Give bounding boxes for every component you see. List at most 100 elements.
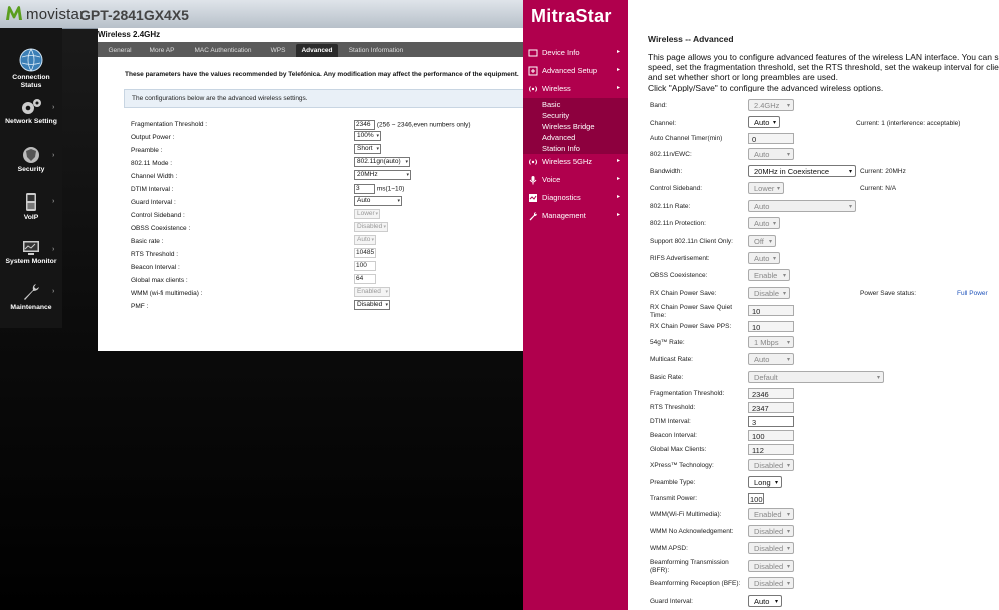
nav-label: Device Info [542, 48, 580, 57]
output-power-select[interactable]: 100% ▾ [354, 131, 381, 141]
field-label: XPress™ Technology: [650, 462, 714, 469]
rifs-advertisement-select[interactable]: Auto ▾ [748, 252, 780, 264]
nav-device-info[interactable]: Device Info ▸ [523, 45, 628, 62]
global-max-clients-input[interactable]: 64 [354, 274, 376, 284]
wmm-no-ack-select[interactable]: Disabled ▾ [748, 525, 794, 537]
field-label: Multicast Rate: [650, 356, 693, 363]
802-11-mode-select[interactable]: 802.11gn(auto) ▾ [354, 157, 410, 167]
sidebar-item-security[interactable]: Security › [0, 146, 62, 173]
sidebar-label: Connection Status [12, 74, 50, 89]
submenu-security[interactable]: Security [542, 111, 569, 120]
rts-threshold-input[interactable]: 2347 [748, 402, 794, 413]
chevron-down-icon: ▾ [383, 224, 386, 230]
obss-coexistence-control: Disabled ▾ [354, 222, 388, 232]
chevron-down-icon: ▾ [774, 480, 778, 486]
multicast-rate-select[interactable]: Auto ▾ [748, 353, 794, 365]
global-max-clients-input[interactable]: 112 [748, 444, 794, 455]
channel-width-select[interactable]: 20MHz ▾ [354, 170, 411, 180]
obss-coexistence-select[interactable]: Disabled ▾ [354, 222, 388, 232]
802-11n-client-only-select[interactable]: Off ▾ [748, 235, 776, 247]
transmit-power-input[interactable]: 100 [748, 493, 764, 504]
rx-chain-pps-input[interactable]: 10 [748, 321, 794, 332]
chevron-right-icon: ▸ [617, 158, 621, 164]
voice-icon [529, 176, 537, 185]
sidebar-item-maintenance[interactable]: Maintenance › [0, 282, 62, 311]
802-11n-ewc-select[interactable]: Auto ▾ [748, 148, 794, 160]
advanced-setup-icon [528, 66, 538, 76]
chevron-down-icon: ▾ [772, 221, 776, 227]
dtim-interval-input[interactable]: 3 [748, 416, 794, 427]
preamble-select[interactable]: Short ▾ [354, 144, 381, 154]
tab-general[interactable]: General [100, 44, 140, 57]
chevron-down-icon: ▾ [786, 581, 790, 587]
nav-advanced-setup[interactable]: Advanced Setup ▸ [523, 63, 628, 80]
field-label: RIFS Advertisement: [650, 255, 710, 262]
chevron-down-icon: ▾ [774, 599, 778, 605]
control-sideband-select[interactable]: Lower ▾ [748, 182, 784, 194]
control-sideband-control: Lower ▾ [354, 209, 380, 219]
pmf-select[interactable]: Disabled ▾ [354, 300, 390, 310]
guard-interval-select[interactable]: Auto ▾ [748, 595, 782, 607]
chevron-down-icon: ▾ [786, 564, 790, 570]
global-max-clients-control: 64 [354, 274, 376, 284]
submenu-advanced[interactable]: Advanced [542, 133, 575, 142]
wmm-apsd-select[interactable]: Disabled ▾ [748, 542, 794, 554]
fragmentation-threshold-input[interactable]: 2346 [354, 120, 375, 130]
chevron-right-icon: › [52, 198, 55, 205]
shield-icon [23, 147, 39, 163]
nav-wireless[interactable]: Wireless ▸ [523, 81, 628, 98]
nav-wireless-5ghz[interactable]: Wireless 5GHz ▸ [523, 154, 628, 171]
beamforming-transmission-select[interactable]: Disabled ▾ [748, 560, 794, 572]
bandwidth-select[interactable]: 20MHz in Coexistence ▾ [748, 165, 856, 177]
beamforming-reception-select[interactable]: Disabled ▾ [748, 577, 794, 589]
rx-chain-quiet-time-input[interactable]: 10 [748, 305, 794, 316]
band-select[interactable]: 2.4GHz ▾ [748, 99, 794, 111]
rx-chain-power-save-select[interactable]: Disable ▾ [748, 287, 790, 299]
field-label: WMM APSD: [650, 545, 688, 552]
54g-rate-select[interactable]: 1 Mbps ▾ [748, 336, 794, 348]
sidebar-item-network-setting[interactable]: Network Setting › [0, 98, 62, 125]
nav-voice[interactable]: Voice ▸ [523, 172, 628, 189]
tab-more-ap[interactable]: More AP [142, 44, 182, 57]
nav-management[interactable]: Management ▸ [523, 208, 628, 225]
802-11n-rate-select[interactable]: Auto ▾ [748, 200, 856, 212]
field-label: Channel: [650, 120, 677, 127]
preamble-control: Short ▾ [354, 144, 381, 154]
basic-rate-control: Auto ▾ [354, 235, 376, 245]
submenu-wireless-bridge[interactable]: Wireless Bridge [542, 122, 595, 131]
tab-wps[interactable]: WPS [264, 44, 292, 57]
xpress-technology-select[interactable]: Disabled ▾ [748, 459, 794, 471]
nav-label: Wireless [542, 84, 571, 93]
fragmentation-threshold-input[interactable]: 2346 [748, 388, 794, 399]
field-label: 54g™ Rate: [650, 339, 685, 346]
sidebar-item-voip[interactable]: VoIP › [0, 192, 62, 221]
802-11n-protection-select[interactable]: Auto ▾ [748, 217, 780, 229]
sidebar-item-connection-status[interactable]: Connection Status [0, 48, 62, 89]
submenu-station-info[interactable]: Station Info [542, 144, 580, 153]
submenu-basic[interactable]: Basic [542, 100, 560, 109]
channel-select[interactable]: Auto ▾ [748, 116, 780, 128]
monitor-icon [23, 241, 39, 255]
basic-rate-select[interactable]: Default ▾ [748, 371, 884, 383]
dtim-interval-input[interactable]: 3 [354, 184, 375, 194]
chevron-down-icon: ▾ [772, 120, 776, 126]
wmm-select[interactable]: Enabled ▾ [354, 287, 390, 297]
tab-advanced[interactable]: Advanced [296, 44, 338, 57]
tab-mac-authentication[interactable]: MAC Authentication [184, 44, 262, 57]
beacon-interval-input[interactable]: 100 [354, 261, 376, 271]
basic-rate-select[interactable]: Auto ▾ [354, 235, 376, 245]
auto-channel-timer-input[interactable]: 0 [748, 133, 794, 144]
sidebar-label: Network Setting [5, 118, 57, 125]
guard-interval-select[interactable]: Auto ▾ [354, 196, 402, 206]
control-sideband-select[interactable]: Lower ▾ [354, 209, 380, 219]
preamble-type-select[interactable]: Long ▾ [748, 476, 782, 488]
nav-diagnostics[interactable]: Diagnostics ▸ [523, 190, 628, 207]
beacon-interval-input[interactable]: 100 [748, 430, 794, 441]
sidebar-item-system-monitor[interactable]: System Monitor › [0, 240, 62, 265]
rts-threshold-input[interactable]: 10485 [354, 248, 376, 258]
chevron-right-icon: ▸ [617, 67, 621, 73]
obss-coexistence-select[interactable]: Enable ▾ [748, 269, 790, 281]
wmm-select[interactable]: Enabled ▾ [748, 508, 794, 520]
tab-station-information[interactable]: Station Information [343, 44, 409, 57]
field-label: Beacon Interval: [650, 432, 697, 439]
